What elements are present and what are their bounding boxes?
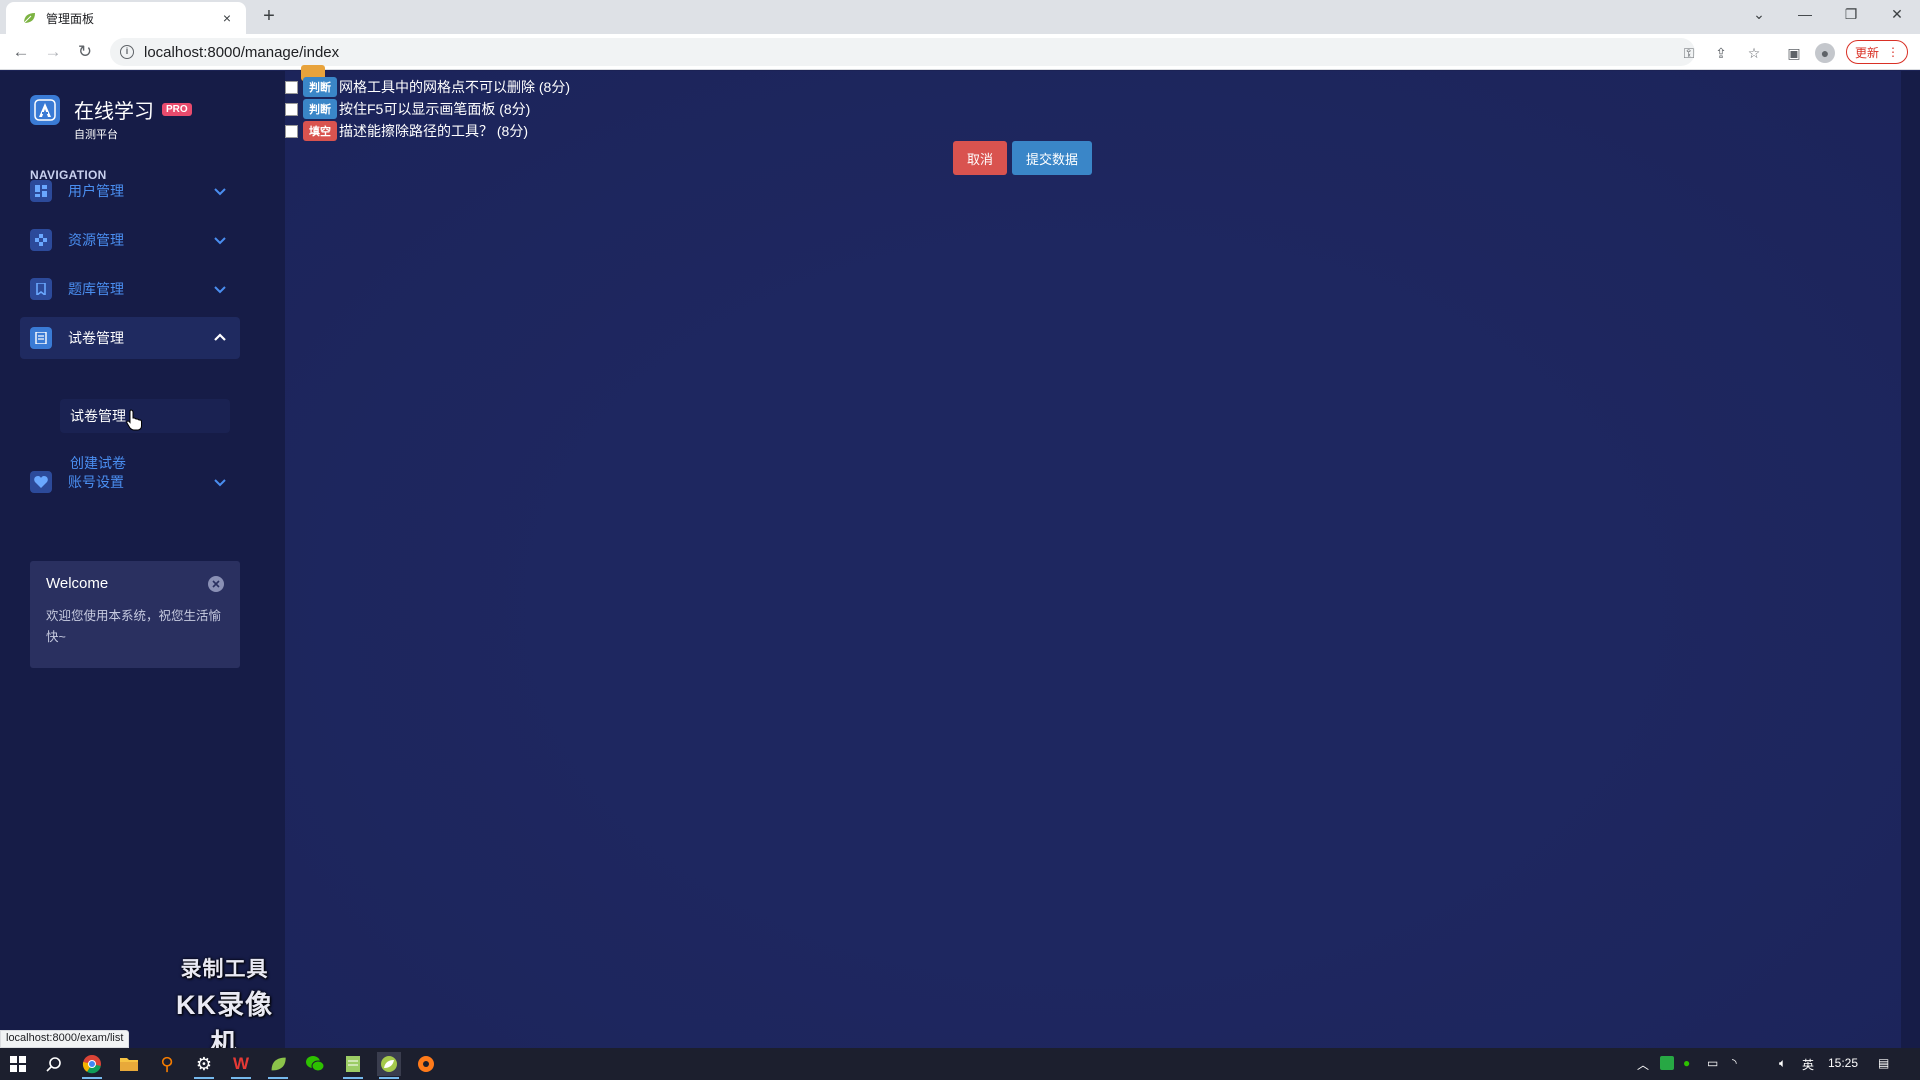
windows-start-icon[interactable] — [6, 1052, 30, 1076]
sidebar-item-label: 试卷管理 — [68, 330, 124, 346]
update-button[interactable]: 更新 ⋮ — [1846, 40, 1908, 64]
pro-badge: PRO — [162, 103, 192, 116]
update-label: 更新 — [1854, 45, 1879, 60]
question-text: 描述能擦除路径的工具？ (8分) — [339, 123, 528, 139]
sidebar-item-exam-papers[interactable]: 试卷管理 — [20, 317, 240, 359]
volume-icon[interactable]: 🔈︎ — [1779, 1056, 1786, 1071]
question-text: 按住F5可以显示画笔面板 (8分) — [339, 101, 531, 117]
recorder-app-icon[interactable] — [414, 1052, 438, 1076]
welcome-card: Welcome 欢迎您使用本系统，祝您生活愉快~ — [30, 561, 240, 668]
forward-icon[interactable]: → — [40, 39, 66, 65]
sidebar-item-users[interactable]: 用户管理 — [20, 170, 240, 212]
sidebar-item-label: 题库管理 — [68, 281, 124, 297]
question-checkbox[interactable] — [285, 102, 298, 116]
leaf-app-icon[interactable] — [266, 1052, 290, 1079]
question-text: 网格工具中的网格点不可以删除 (8分) — [339, 79, 570, 95]
sidebar-item-label: 资源管理 — [68, 232, 124, 248]
more-menu-icon[interactable]: ⋮ — [1887, 45, 1899, 59]
paper-icon — [30, 327, 52, 349]
leaf-icon — [23, 13, 35, 24]
welcome-body: 欢迎您使用本系统，祝您生活愉快~ — [46, 609, 222, 644]
window-close-icon[interactable]: ✕ — [1874, 0, 1920, 30]
logo-icon — [30, 95, 60, 125]
status-url-tooltip: localhost:8000/exam/list — [0, 1030, 130, 1048]
watermark-line1: 录制工具 — [180, 958, 269, 981]
ime-indicator[interactable]: 英 — [1802, 1056, 1814, 1073]
tray-app-icon[interactable] — [1660, 1056, 1674, 1070]
address-bar[interactable]: i localhost:8000/manage/index ⚿ ⇪ ☆ — [110, 38, 1760, 66]
url-text: localhost:8000/manage/index — [144, 43, 340, 61]
restore-icon[interactable]: ❐ — [1828, 0, 1874, 30]
chevron-down-icon — [214, 479, 226, 487]
key-icon[interactable]: ⚿ — [1680, 44, 1698, 62]
wechat-icon[interactable] — [303, 1052, 327, 1076]
sidebar-item-account-settings[interactable]: 账号设置 — [20, 461, 240, 503]
question-type-badge: 判断 — [303, 99, 337, 119]
question-type-badge: 填空 — [303, 121, 337, 141]
notification-icon[interactable]: ▤ — [1878, 1056, 1889, 1070]
magnifier-app-icon[interactable]: ⚲ — [155, 1052, 179, 1076]
search-icon[interactable] — [42, 1052, 66, 1076]
reload-icon[interactable]: ↻ — [72, 39, 98, 65]
question-row: 填空 描述能擦除路径的工具？ (8分) — [285, 121, 528, 141]
share-icon[interactable]: ⇪ — [1712, 44, 1730, 62]
notepad-icon[interactable] — [341, 1052, 365, 1079]
browser-tab[interactable]: 管理面板 × — [6, 2, 246, 34]
main-content: 判断 网格工具中的网格点不可以删除 (8分) 判断 按住F5可以显示画笔面板 (… — [285, 65, 1901, 1048]
puzzle-icon — [30, 229, 52, 251]
sidebar: 在线学习 PRO 自测平台 NAVIGATION 用户管理 资源管理 题库管理 — [0, 71, 285, 1059]
new-tab-button[interactable]: + — [256, 5, 282, 29]
tray-battery-icon[interactable]: ▭ — [1707, 1056, 1718, 1070]
question-checkbox[interactable] — [285, 80, 298, 94]
question-row: 判断 网格工具中的网格点不可以删除 (8分) — [285, 77, 570, 97]
sidebar-subitem-exam-list[interactable]: 试卷管理 — [60, 399, 230, 433]
hand-cursor-icon — [126, 409, 142, 431]
sidebar-item-resources[interactable]: 资源管理 — [20, 219, 240, 261]
tab-close-icon[interactable]: × — [218, 10, 236, 26]
bookmark-star-icon[interactable]: ☆ — [1745, 44, 1763, 62]
settings-gear-icon[interactable]: ⚙ — [192, 1052, 216, 1079]
site-info-icon[interactable]: i — [120, 45, 134, 59]
submit-button[interactable]: 提交数据 — [1012, 141, 1092, 175]
close-icon[interactable] — [208, 576, 224, 592]
bookmark-icon — [30, 278, 52, 300]
folder-icon[interactable] — [117, 1052, 141, 1076]
brand-name: 在线学习 — [74, 101, 154, 123]
tab-search-icon[interactable]: ⌄ — [1736, 0, 1782, 30]
chevron-down-icon — [214, 188, 226, 196]
wifi-icon[interactable]: ◝ — [1732, 1056, 1737, 1070]
browser-toolbar: ← → ↻ i localhost:8000/manage/index ⚿ ⇪ … — [0, 34, 1920, 70]
clock[interactable]: 15:25 — [1828, 1056, 1858, 1070]
sidebar-item-question-bank[interactable]: 题库管理 — [20, 268, 240, 310]
recorder-watermark: 录制工具 KK录像机 — [164, 953, 285, 1061]
brand[interactable]: 在线学习 PRO 自测平台 — [30, 95, 192, 142]
dashboard-icon — [30, 180, 52, 202]
tab-title: 管理面板 — [46, 11, 95, 26]
chevron-down-icon — [214, 237, 226, 245]
question-row: 判断 按住F5可以显示画笔面板 (8分) — [285, 99, 530, 119]
brand-subtitle: 自测平台 — [74, 129, 118, 141]
chrome-icon[interactable] — [80, 1052, 104, 1079]
wps-office-icon[interactable]: W — [229, 1052, 253, 1079]
question-checkbox[interactable] — [285, 124, 298, 138]
chevron-up-icon — [214, 333, 226, 341]
os-taskbar: ⚲ ⚙ W ︿ ● ▭ ◝ 🔈︎ 英 15:25 ▤ — [0, 1048, 1920, 1080]
tray-expand-icon[interactable]: ︿ — [1637, 1056, 1649, 1073]
browser-leaf-icon[interactable] — [377, 1052, 401, 1079]
scrollbar[interactable] — [1901, 71, 1920, 1048]
cancel-button[interactable]: 取消 — [953, 141, 1007, 175]
heart-icon — [30, 471, 52, 493]
welcome-title: Welcome — [46, 575, 109, 592]
tray-wechat-icon[interactable]: ● — [1683, 1056, 1690, 1070]
question-type-badge: 判断 — [303, 77, 337, 97]
back-icon[interactable]: ← — [8, 39, 34, 65]
sidebar-item-label: 用户管理 — [68, 183, 124, 199]
profile-avatar-icon[interactable]: ● — [1815, 43, 1835, 63]
minimize-icon[interactable]: — — [1782, 0, 1828, 30]
chevron-down-icon — [214, 286, 226, 294]
sidebar-item-label: 账号设置 — [68, 474, 124, 490]
side-panel-icon[interactable]: ▣ — [1784, 43, 1804, 63]
browser-tab-strip: 管理面板 × + ⌄ — ❐ ✕ — [0, 0, 1920, 34]
